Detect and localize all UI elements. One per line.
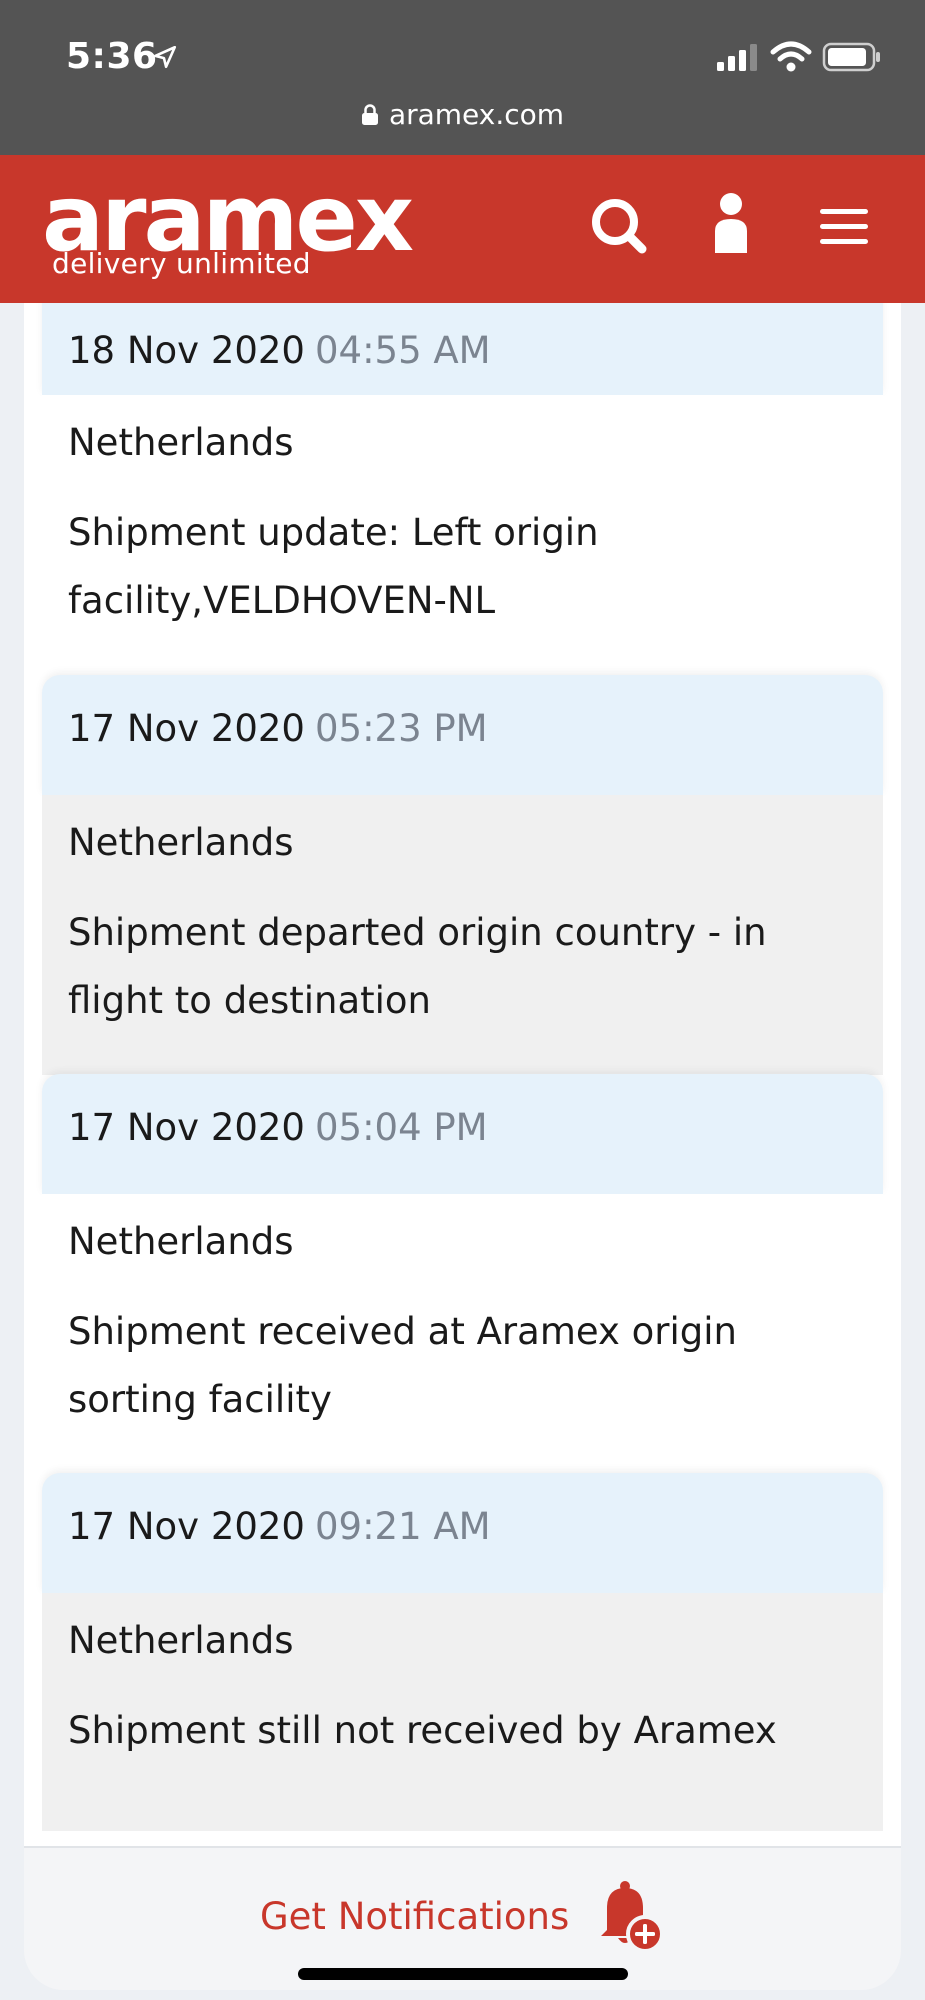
tracking-entry: 17 Nov 2020 09:21 AM Netherlands Shipment… (42, 1473, 883, 1831)
entry-location: Netherlands (68, 1220, 294, 1263)
entry-description: Shipment still not received by Aramex (68, 1709, 777, 1752)
tracking-entry: 17 Nov 2020 05:04 PM Netherlands Shipment… (42, 1074, 883, 1474)
tracking-history[interactable]: 18 Nov 2020 04:55 AM Netherlands Shipment… (24, 303, 901, 1848)
entry-datetime-header: 17 Nov 2020 05:04 PM (42, 1074, 883, 1194)
entry-datetime-header: 17 Nov 2020 05:23 PM (42, 675, 883, 795)
entry-location: Netherlands (68, 821, 294, 864)
url-text: aramex.com (388, 98, 565, 131)
status-bar: 5:36 aramex.com (0, 0, 925, 155)
entry-details: Netherlands Shipment still not received … (42, 1593, 883, 1831)
wifi-icon (770, 41, 812, 72)
entry-date: 17 Nov 2020 (68, 1106, 305, 1149)
entry-details: Netherlands Shipment update: Left origin… (42, 395, 883, 703)
entry-date: 17 Nov 2020 (68, 1505, 305, 1548)
entry-description: Shipment received at Aramex origin sorti… (68, 1310, 737, 1421)
entry-time: 05:04 PM (314, 1106, 488, 1149)
logo-tagline: delivery unlimited (52, 247, 311, 280)
tracking-entry: 17 Nov 2020 05:23 PM Netherlands Shipment… (42, 675, 883, 1075)
entry-date: 17 Nov 2020 (68, 707, 305, 750)
entry-date: 18 Nov 2020 (68, 329, 305, 372)
lock-icon (361, 104, 378, 125)
tracking-entry: 18 Nov 2020 04:55 AM Netherlands Shipment… (42, 303, 883, 703)
entry-details: Netherlands Shipment received at Aramex … (42, 1194, 883, 1474)
bell-plus-icon (601, 1881, 665, 1953)
search-icon[interactable] (584, 191, 654, 261)
entry-datetime-header: 18 Nov 2020 04:55 AM (42, 303, 883, 395)
get-notifications-label: Get Notifications (260, 1894, 570, 1938)
entry-time: 09:21 AM (314, 1505, 491, 1548)
get-notifications-button[interactable]: Get Notifications (260, 1876, 665, 1956)
entry-time: 04:55 AM (314, 329, 491, 372)
site-header: aramex delivery unlimited (0, 155, 925, 303)
entry-location: Netherlands (68, 421, 294, 464)
entry-datetime-header: 17 Nov 2020 09:21 AM (42, 1473, 883, 1593)
battery-icon (822, 42, 880, 72)
entry-description: Shipment update: Left origin facility,VE… (68, 511, 599, 622)
menu-icon[interactable] (808, 191, 878, 261)
signal-icon (717, 44, 757, 71)
user-icon[interactable] (696, 191, 766, 261)
entry-description: Shipment departed origin country - in fl… (68, 911, 767, 1022)
address-bar[interactable]: aramex.com (0, 98, 925, 131)
home-indicator (298, 1968, 628, 1980)
entry-location: Netherlands (68, 1619, 294, 1662)
status-time: 5:36 (66, 36, 158, 77)
entry-details: Netherlands Shipment departed origin cou… (42, 795, 883, 1075)
location-arrow-icon (153, 45, 177, 69)
entry-time: 05:23 PM (314, 707, 488, 750)
